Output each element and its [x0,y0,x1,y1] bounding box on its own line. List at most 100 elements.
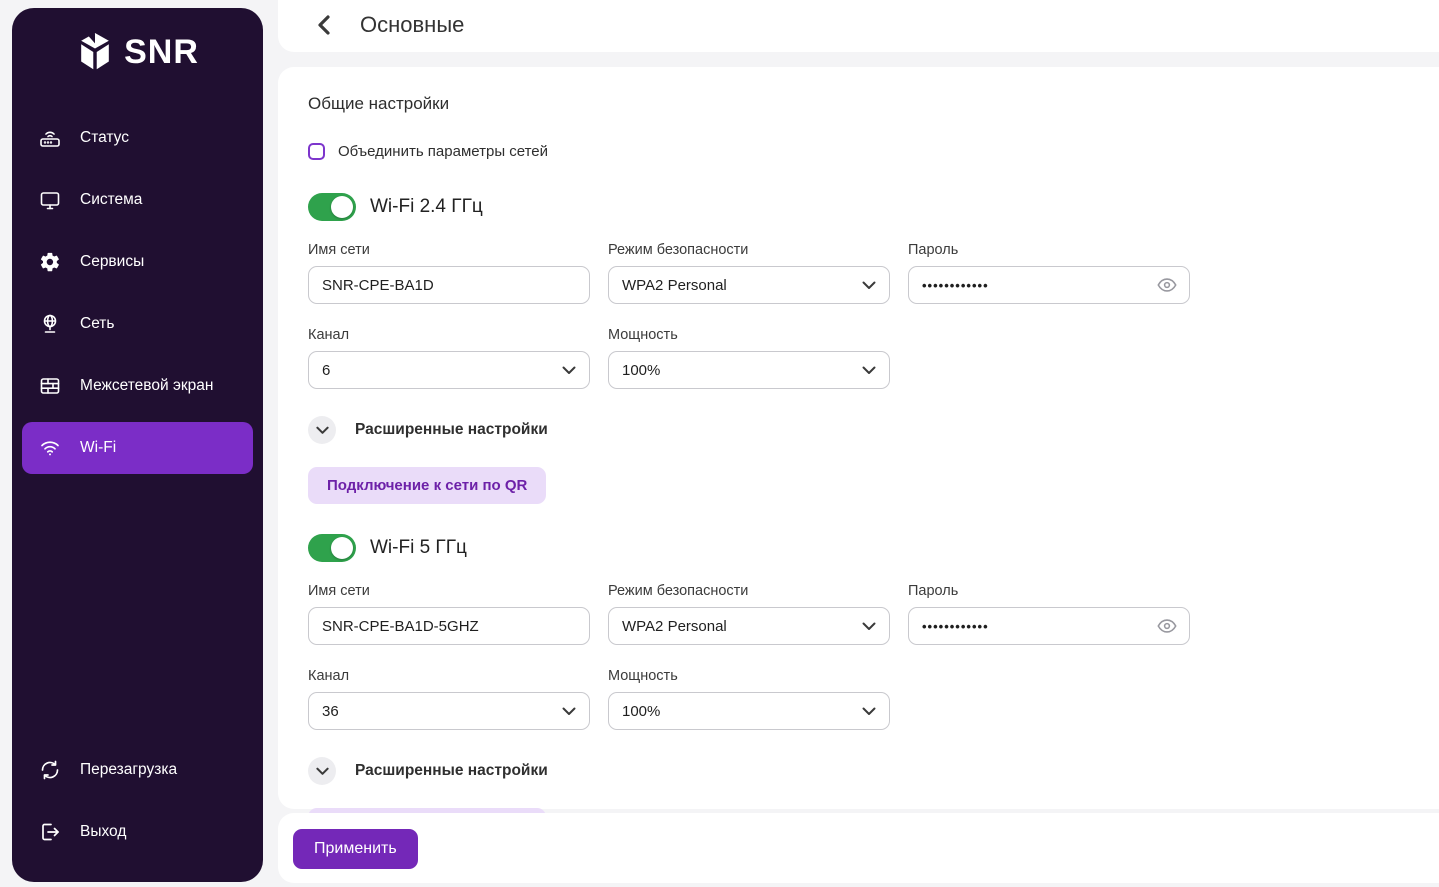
firewall-icon [38,374,62,398]
network-name-field: Имя сети [308,583,590,645]
sidebar-item-label: Система [80,191,142,209]
select-value: 100% [622,703,660,720]
apply-button[interactable]: Применить [293,829,418,869]
gear-icon [38,250,62,274]
sidebar-item-label: Перезагрузка [80,761,177,779]
password-input[interactable] [908,266,1190,304]
snr-logo: SNR [12,28,263,76]
router-icon [38,126,62,150]
sidebar-item-label: Сервисы [80,253,144,271]
power-label: Мощность [608,327,890,343]
advanced-settings-label: Расширенные настройки [355,762,548,780]
password-field: Пароль [908,242,1190,304]
power-label: Мощность [608,668,890,684]
chevron-down-icon [562,366,576,375]
channel-select[interactable]: 36 [308,692,590,730]
network-name-input[interactable] [308,607,590,645]
select-value: 36 [322,703,339,720]
qr-connect-button[interactable]: Подключение к сети по QR [308,467,546,504]
wifi-5ghz-section: Wi-Fi 5 ГГц Имя сети Режим безопасности … [308,534,1438,845]
sidebar-bottom-nav: Перезагрузка Выход [12,744,263,868]
security-mode-select[interactable]: WPA2 Personal [608,607,890,645]
back-button[interactable] [316,16,334,34]
channel-field: Канал 6 [308,327,590,389]
sidebar-item-wifi[interactable]: Wi-Fi [22,422,253,474]
security-mode-label: Режим безопасности [608,583,890,599]
password-field: Пароль [908,583,1190,645]
security-mode-label: Режим безопасности [608,242,890,258]
page-title: Основные [360,12,464,38]
chevron-down-icon [316,767,329,776]
merge-networks-checkbox[interactable] [308,143,325,160]
sidebar-item-system[interactable]: Система [22,174,253,226]
select-value: WPA2 Personal [622,618,727,635]
chevron-down-icon [562,707,576,716]
password-label: Пароль [908,242,1190,258]
network-name-field: Имя сети [308,242,590,304]
sidebar-item-network[interactable]: Сеть [22,298,253,350]
logo-text: SNR [124,33,199,72]
advanced-settings-row: Расширенные настройки [308,757,1438,785]
sidebar-item-services[interactable]: Сервисы [22,236,253,288]
security-mode-field: Режим безопасности WPA2 Personal [608,583,890,645]
channel-field: Канал 36 [308,668,590,730]
chevron-down-icon [316,426,329,435]
sidebar-item-label: Сеть [80,315,114,333]
channel-label: Канал [308,668,590,684]
select-value: WPA2 Personal [622,277,727,294]
toggle-knob [331,196,353,218]
sidebar-item-status[interactable]: Статус [22,112,253,164]
advanced-settings-row: Расширенные настройки [308,416,1438,444]
password-label: Пароль [908,583,1190,599]
select-value: 6 [322,362,330,379]
network-name-label: Имя сети [308,583,590,599]
chevron-down-icon [862,281,876,290]
security-mode-field: Режим безопасности WPA2 Personal [608,242,890,304]
power-field: Мощность 100% [608,327,890,389]
page-header: Основные [278,0,1439,52]
merge-networks-label: Объединить параметры сетей [338,143,548,160]
wifi-24ghz-title: Wi-Fi 2.4 ГГц [370,196,483,218]
globe-icon [38,312,62,336]
monitor-icon [38,188,62,212]
wifi-24ghz-toggle[interactable] [308,193,356,221]
power-select[interactable]: 100% [608,351,890,389]
sidebar-item-label: Межсетевой экран [80,377,213,395]
merge-networks-row: Объединить параметры сетей [308,143,1438,160]
eye-icon[interactable] [1156,615,1178,637]
sidebar-item-logout[interactable]: Выход [22,806,253,858]
section-title: Общие настройки [308,94,1438,114]
sidebar-item-label: Wi-Fi [80,439,116,457]
sidebar-item-firewall[interactable]: Межсетевой экран [22,360,253,412]
chevron-down-icon [862,707,876,716]
power-select[interactable]: 100% [608,692,890,730]
chevron-down-icon [862,366,876,375]
power-field: Мощность 100% [608,668,890,730]
action-bar: Применить [278,813,1439,883]
wifi-5ghz-toggle[interactable] [308,534,356,562]
reload-icon [38,758,62,782]
advanced-expand-button[interactable] [308,757,336,785]
security-mode-select[interactable]: WPA2 Personal [608,266,890,304]
advanced-expand-button[interactable] [308,416,336,444]
sidebar-item-label: Статус [80,129,129,147]
password-input[interactable] [908,607,1190,645]
sidebar-nav: Статус Система Сервисы [12,112,263,474]
sidebar-item-label: Выход [80,823,126,841]
logout-icon [38,820,62,844]
chevron-down-icon [862,622,876,631]
select-value: 100% [622,362,660,379]
channel-label: Канал [308,327,590,343]
toggle-knob [331,537,353,559]
network-name-input[interactable] [308,266,590,304]
wifi-24ghz-section: Wi-Fi 2.4 ГГц Имя сети Режим безопасност… [308,193,1438,504]
advanced-settings-label: Расширенные настройки [355,421,548,439]
sidebar-item-reboot[interactable]: Перезагрузка [22,744,253,796]
snr-cube-icon [76,30,114,74]
wifi-5ghz-title: Wi-Fi 5 ГГц [370,537,467,559]
wifi-icon [38,436,62,460]
network-name-label: Имя сети [308,242,590,258]
channel-select[interactable]: 6 [308,351,590,389]
sidebar: SNR Статус Система [12,8,263,882]
eye-icon[interactable] [1156,274,1178,296]
